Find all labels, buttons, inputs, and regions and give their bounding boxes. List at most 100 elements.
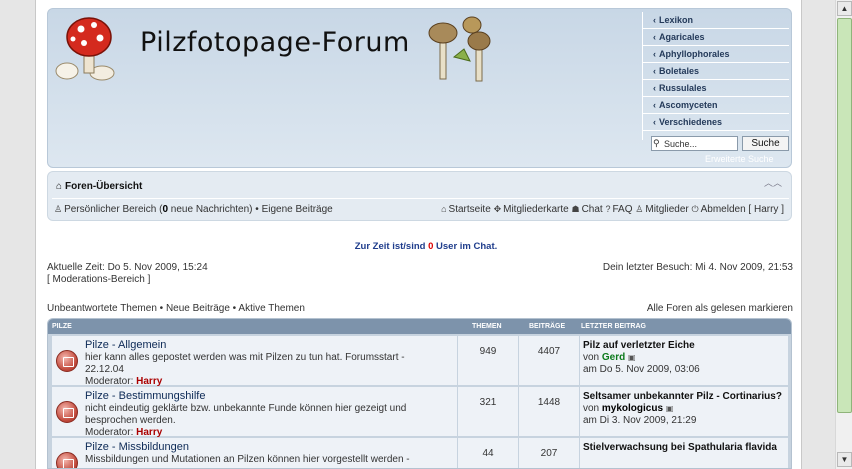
- quick-links: Unbeantwortete Themen • Neue Beiträge • …: [47, 303, 305, 314]
- nav-link-label: Startseite: [448, 204, 491, 215]
- nav-link-startseite[interactable]: ⌂ Startseite: [441, 204, 491, 215]
- category-menu: ‹ Lexikon ‹ Agaricales ‹ Aphyllophorales ‹ B…: [642, 12, 789, 140]
- moderator-link[interactable]: Harry: [136, 376, 162, 387]
- last-post-cell: Pilz auf verletzter Eiche von Gerd ▣ am …: [579, 336, 788, 385]
- forum-title-link[interactable]: Pilze - Missbildungen: [85, 441, 189, 453]
- topics-column-header: THEMEN: [472, 323, 502, 330]
- scroll-up-arrow-icon[interactable]: ▲: [837, 1, 852, 16]
- own-posts-link[interactable]: Eigene Beiträge: [262, 204, 333, 215]
- personal-area-prefix: Persönlicher Bereich (: [64, 204, 163, 215]
- menu-item-label: Ascomyceten: [659, 100, 718, 110]
- menu-item-label: Boletales: [659, 66, 700, 76]
- menu-item-verschiedenes[interactable]: ‹ Verschiedenes: [643, 114, 789, 131]
- map-icon: ✥: [493, 204, 502, 214]
- nav-link-mitgliederkarte[interactable]: ✥ Mitgliederkarte: [494, 204, 569, 215]
- site-header: Pilzfotopage-Forum ‹ Lexikon ‹ Agaricales …: [47, 8, 792, 168]
- forum-title-link[interactable]: Pilze - Allgemein: [85, 339, 166, 351]
- nav-link-label: FAQ: [612, 204, 633, 215]
- search-button[interactable]: Suche: [742, 136, 789, 151]
- last-post-author-link[interactable]: Gerd: [602, 352, 625, 363]
- power-icon: ⏻: [691, 204, 699, 214]
- menu-item-ascomyceten[interactable]: ‹ Ascomyceten: [643, 97, 789, 114]
- menu-item-russulales[interactable]: ‹ Russulales: [643, 80, 789, 97]
- menu-item-label: Aphyllophorales: [659, 49, 730, 59]
- advanced-search-link[interactable]: Erweiterte Suche: [705, 154, 774, 164]
- topic-count: 949: [457, 336, 518, 385]
- menu-item-label: Russulales: [659, 83, 707, 93]
- breadcrumb-label: Foren-Übersicht: [65, 181, 143, 192]
- chat-status[interactable]: Zur Zeit ist/sind 0 User im Chat.: [0, 241, 852, 252]
- personal-area-suffix: neue Nachrichten): [168, 204, 253, 215]
- last-post-cell: Stielverwachsung bei Spathularia flavida: [579, 438, 788, 468]
- view-latest-post-icon[interactable]: ▣: [628, 353, 636, 362]
- nav-link-abmelden[interactable]: ⏻ Abmelden [ Harry ]: [692, 204, 785, 215]
- last-post-author-link[interactable]: mykologicus: [602, 403, 663, 414]
- last-post-title-link[interactable]: Stielverwachsung bei Spathularia flavida: [583, 442, 788, 454]
- collapse-header-icon[interactable]: ︿︿: [764, 176, 782, 189]
- menu-item-boletales[interactable]: ‹ Boletales: [643, 63, 789, 80]
- main-links: ⌂ Startseite ✥ Mitgliederkarte ☗ Chat ? FAQ …: [441, 204, 784, 215]
- nav-link-label: Abmelden [ Harry ]: [700, 204, 784, 215]
- menu-item-label: Agaricales: [659, 32, 705, 42]
- search-icon: ⚲: [653, 138, 660, 148]
- unanswered-topics-link[interactable]: Unbeantwortete Themen: [47, 303, 157, 314]
- members-icon: ♙: [635, 204, 644, 214]
- post-count: 1448: [518, 387, 579, 436]
- nav-link-chat[interactable]: ☗ Chat: [571, 204, 602, 215]
- chevron-left-icon: ‹: [653, 49, 656, 59]
- posts-column-header: BEITRÄGE: [529, 323, 566, 330]
- personal-area-link[interactable]: Persönlicher Bereich (0 neue Nachrichten…: [64, 204, 252, 215]
- menu-item-lexikon[interactable]: ‹ Lexikon: [643, 12, 789, 29]
- chevron-left-icon: ‹: [653, 100, 656, 110]
- menu-item-agaricales[interactable]: ‹ Agaricales: [643, 29, 789, 46]
- breadcrumb[interactable]: ⌂ Foren-Übersicht: [56, 181, 142, 192]
- vertical-scrollbar[interactable]: ▲ ▼: [835, 0, 852, 469]
- active-topics-link[interactable]: Aktive Themen: [238, 303, 305, 314]
- scrollbar-thumb[interactable]: [837, 18, 852, 413]
- view-latest-post-icon[interactable]: ▣: [666, 404, 674, 413]
- red-mushroom-logo-icon[interactable]: [54, 13, 129, 83]
- menu-item-aphyllophorales[interactable]: ‹ Aphyllophorales: [643, 46, 789, 63]
- search-input[interactable]: [651, 136, 738, 151]
- moderation-link[interactable]: [ Moderations-Bereich ]: [47, 274, 150, 285]
- user-icon: ♙: [54, 204, 63, 214]
- forum-list-header: PILZE THEMEN BEITRÄGE LETZTER BEITRAG: [48, 319, 791, 334]
- last-post-title-link[interactable]: Pilz auf verletzter Eiche: [583, 340, 788, 352]
- new-posts-link[interactable]: Neue Beiträge: [166, 303, 230, 314]
- post-count: 4407: [518, 336, 579, 385]
- menu-item-label: Verschiedenes: [659, 117, 723, 127]
- forum-row: Pilze - Missbildungen Missbildungen und …: [52, 438, 788, 468]
- navigation-bar: ⌂ Foren-Übersicht ︿︿ ♙ Persönlicher Bereic…: [47, 171, 792, 221]
- separator: •: [252, 204, 262, 215]
- personal-links: ♙ Persönlicher Bereich (0 neue Nachrichte…: [54, 204, 333, 215]
- site-title[interactable]: Pilzfotopage-Forum: [140, 27, 410, 58]
- forum-row: Pilze - Allgemein hier kann alles gepost…: [52, 336, 788, 387]
- nav-link-label: Chat: [581, 204, 603, 215]
- forum-moderator: Moderator: Harry: [85, 376, 162, 387]
- last-post-title-link[interactable]: Seltsamer unbekannter Pilz - Cortinarius…: [583, 391, 788, 403]
- faq-icon: ?: [605, 204, 611, 214]
- home-icon: ⌂: [441, 204, 447, 214]
- nav-link-faq[interactable]: ? FAQ: [605, 204, 632, 215]
- forum-moderator: Moderator: Harry: [85, 427, 162, 438]
- last-post-by-label: von: [583, 403, 602, 414]
- forum-title-link[interactable]: Pilze - Bestimmungshilfe: [85, 390, 205, 402]
- nav-link-mitglieder[interactable]: ♙ Mitglieder: [635, 204, 688, 215]
- forum-row: Pilze - Bestimmungshilfe nicht eindeutig…: [52, 387, 788, 438]
- chevron-left-icon: ‹: [653, 32, 656, 42]
- last-post-date: am Di 3. Nov 2009, 21:29: [583, 415, 697, 426]
- forum-description: nicht eindeutig geklärte bzw. unbekannte…: [85, 403, 407, 426]
- forum-read-icon: [56, 350, 78, 372]
- mark-all-read-link[interactable]: Alle Foren als gelesen markieren: [647, 303, 793, 314]
- topic-count: 44: [457, 438, 518, 468]
- last-visit: Dein letzter Besuch: Mi 4. Nov 2009, 21:…: [602, 262, 793, 273]
- last-post-date: am Do 5. Nov 2009, 03:06: [583, 364, 700, 375]
- home-icon: ⌂: [56, 181, 63, 192]
- scroll-down-arrow-icon[interactable]: ▼: [837, 452, 852, 467]
- mushroom-cluster-logo-icon: [428, 16, 491, 82]
- category-header[interactable]: PILZE: [52, 319, 72, 334]
- menu-item-label: Lexikon: [659, 15, 694, 25]
- forum-read-icon: [56, 401, 78, 423]
- moderator-link[interactable]: Harry: [136, 427, 162, 438]
- nav-link-label: Mitgliederkarte: [503, 204, 569, 215]
